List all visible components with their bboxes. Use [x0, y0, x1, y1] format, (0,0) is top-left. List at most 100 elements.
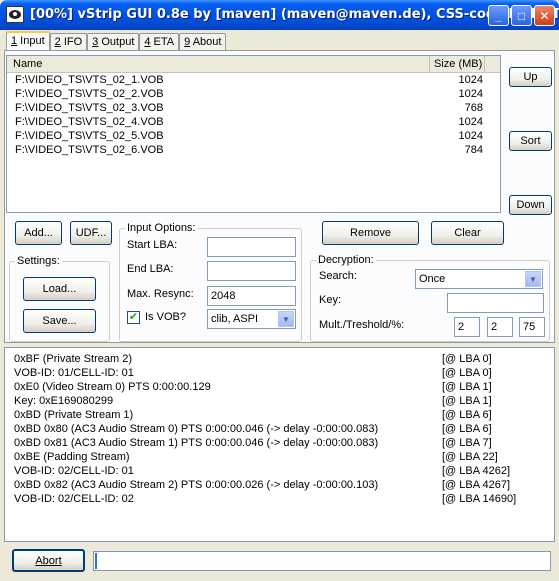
minimize-button[interactable]: _	[488, 5, 509, 26]
log-message: VOB-ID: 02/CELL-ID: 02	[14, 493, 134, 505]
log-message: 0xBD 0x81 (AC3 Audio Stream 1) PTS 0:00:…	[14, 437, 379, 449]
tab-ifo[interactable]: 2 IFO	[49, 33, 88, 51]
log-row: VOB-ID: 01/CELL-ID: 01 [@ LBA 0]	[5, 366, 554, 380]
log-lba: [@ LBA 0]	[442, 353, 492, 365]
search-mode-value: Once	[419, 273, 446, 285]
input-options-legend: Input Options:	[125, 222, 198, 234]
file-size: 1024	[458, 74, 483, 86]
file-list-header: Name Size (MB)	[7, 56, 500, 73]
file-name: F:\VIDEO_TS\VTS_02_3.VOB	[15, 102, 164, 114]
file-row[interactable]: F:\VIDEO_TS\VTS_02_6.VOB 784	[7, 143, 500, 157]
file-list[interactable]: Name Size (MB) F:\VIDEO_TS\VTS_02_1.VOB 1…	[6, 55, 501, 213]
access-method-value: clib, ASPI	[211, 313, 259, 325]
log-row: 0xE0 (Video Stream 0) PTS 0:00:00.129 [@ …	[5, 380, 554, 394]
search-label: Search:	[319, 270, 357, 282]
log-message: 0xBF (Private Stream 2)	[14, 353, 132, 365]
udf-button[interactable]: UDF...	[70, 221, 112, 245]
title-bar[interactable]: [00%] vStrip GUI 0.8e by [maven] (maven@…	[0, 0, 559, 30]
load-button[interactable]: Load...	[23, 277, 96, 301]
file-row[interactable]: F:\VIDEO_TS\VTS_02_4.VOB 1024	[7, 115, 500, 129]
log-row: 0xBF (Private Stream 2) [@ LBA 0]	[5, 352, 554, 366]
file-name: F:\VIDEO_TS\VTS_02_1.VOB	[15, 74, 164, 86]
end-lba-label: End LBA:	[127, 263, 174, 275]
remove-button[interactable]: Remove	[322, 221, 419, 245]
file-size: 768	[464, 102, 483, 114]
tab-input-label: Input	[17, 35, 45, 47]
is-vob-checkbox[interactable]: ✔	[127, 311, 140, 324]
tab-eta[interactable]: 4 ETA	[139, 33, 180, 51]
tab-strip: 1 Input 2 IFO 3 Output 4 ETA 9 About	[6, 31, 227, 51]
log-lba: [@ LBA 14690]	[442, 493, 517, 505]
max-resync-input[interactable]: 2048	[207, 286, 296, 306]
log-row: Key: 0xE169080299 [@ LBA 1]	[5, 394, 554, 408]
tab-output[interactable]: 3 Output	[87, 33, 140, 51]
file-size: 1024	[458, 130, 483, 142]
file-row[interactable]: F:\VIDEO_TS\VTS_02_2.VOB 1024	[7, 87, 500, 101]
chevron-down-icon[interactable]: ▼	[525, 271, 541, 287]
log-row: 0xBE (Padding Stream) [@ LBA 22]	[5, 450, 554, 464]
key-label: Key:	[319, 294, 342, 306]
log-row: VOB-ID: 02/CELL-ID: 02 [@ LBA 14690]	[5, 492, 554, 506]
close-button[interactable]: ✕	[534, 5, 555, 26]
start-lba-label: Start LBA:	[127, 239, 178, 251]
log-lba: [@ LBA 0]	[442, 367, 492, 379]
column-header-size[interactable]: Size (MB)	[430, 56, 485, 72]
log-lba: [@ LBA 1]	[442, 395, 492, 407]
log-lba: [@ LBA 1]	[442, 381, 492, 393]
down-button[interactable]: Down	[509, 195, 552, 215]
log-message: VOB-ID: 01/CELL-ID: 01	[14, 367, 134, 379]
log-message: 0xBD 0x80 (AC3 Audio Stream 0) PTS 0:00:…	[14, 423, 379, 435]
log-row: 0xBD (Private Stream 1) [@ LBA 6]	[5, 408, 554, 422]
decryption-legend: Decryption:	[316, 254, 376, 266]
save-button[interactable]: Save...	[23, 309, 96, 333]
file-row[interactable]: F:\VIDEO_TS\VTS_02_5.VOB 1024	[7, 129, 500, 143]
add-button[interactable]: Add...	[15, 221, 62, 245]
key-input[interactable]	[447, 293, 544, 313]
is-vob-label[interactable]: Is VOB?	[145, 311, 186, 323]
multiplier-input[interactable]: 2	[454, 317, 480, 337]
app-eye-icon	[6, 6, 24, 23]
access-method-select[interactable]: clib, ASPI ▼	[207, 309, 296, 329]
tab-about-label: About	[190, 36, 222, 48]
file-name: F:\VIDEO_TS\VTS_02_5.VOB	[15, 130, 164, 142]
chevron-down-icon[interactable]: ▼	[278, 311, 294, 327]
log-row: VOB-ID: 02/CELL-ID: 01 [@ LBA 4262]	[5, 464, 554, 478]
sort-button[interactable]: Sort	[509, 131, 552, 151]
maximize-button[interactable]: □	[511, 5, 532, 26]
file-row[interactable]: F:\VIDEO_TS\VTS_02_3.VOB 768	[7, 101, 500, 115]
log-lba: [@ LBA 22]	[442, 451, 498, 463]
file-name: F:\VIDEO_TS\VTS_02_4.VOB	[15, 116, 164, 128]
window-title: [00%] vStrip GUI 0.8e by [maven] (maven@…	[30, 7, 559, 22]
file-name: F:\VIDEO_TS\VTS_02_2.VOB	[15, 88, 164, 100]
column-header-name[interactable]: Name	[7, 56, 430, 72]
tab-input[interactable]: 1 Input	[6, 31, 50, 51]
tab-about[interactable]: 9 About	[179, 33, 227, 51]
file-row[interactable]: F:\VIDEO_TS\VTS_02_1.VOB 1024	[7, 73, 500, 87]
log-message: 0xE0 (Video Stream 0) PTS 0:00:00.129	[14, 381, 211, 393]
max-resync-label: Max. Resync:	[127, 288, 194, 300]
log-output[interactable]: 0xBF (Private Stream 2) [@ LBA 0] VOB-ID:…	[4, 347, 555, 542]
end-lba-input[interactable]	[207, 261, 296, 281]
tab-ifo-label: IFO	[60, 36, 83, 48]
threshold-input[interactable]: 2	[487, 317, 513, 337]
clear-button[interactable]: Clear	[431, 221, 504, 245]
log-message: 0xBD (Private Stream 1)	[14, 409, 134, 421]
start-lba-input[interactable]	[207, 237, 296, 257]
tab-eta-label: ETA	[150, 36, 175, 48]
log-lba: [@ LBA 6]	[442, 409, 492, 421]
log-message: Key: 0xE169080299	[14, 395, 114, 407]
log-lba: [@ LBA 6]	[442, 423, 492, 435]
file-size: 1024	[458, 116, 483, 128]
log-row: 0xBD 0x82 (AC3 Audio Stream 2) PTS 0:00:…	[5, 478, 554, 492]
abort-button[interactable]: Abort	[12, 549, 85, 572]
search-mode-select[interactable]: Once ▼	[415, 269, 543, 289]
log-lba: [@ LBA 7]	[442, 437, 492, 449]
log-lba: [@ LBA 4262]	[442, 465, 511, 477]
progress-bar	[93, 551, 551, 571]
percent-input[interactable]: 75	[519, 317, 545, 337]
log-message: 0xBE (Padding Stream)	[14, 451, 130, 463]
file-name: F:\VIDEO_TS\VTS_02_6.VOB	[15, 144, 164, 156]
log-row: 0xBD 0x81 (AC3 Audio Stream 1) PTS 0:00:…	[5, 436, 554, 450]
up-button[interactable]: Up	[509, 67, 552, 87]
log-lba: [@ LBA 4267]	[442, 479, 511, 491]
